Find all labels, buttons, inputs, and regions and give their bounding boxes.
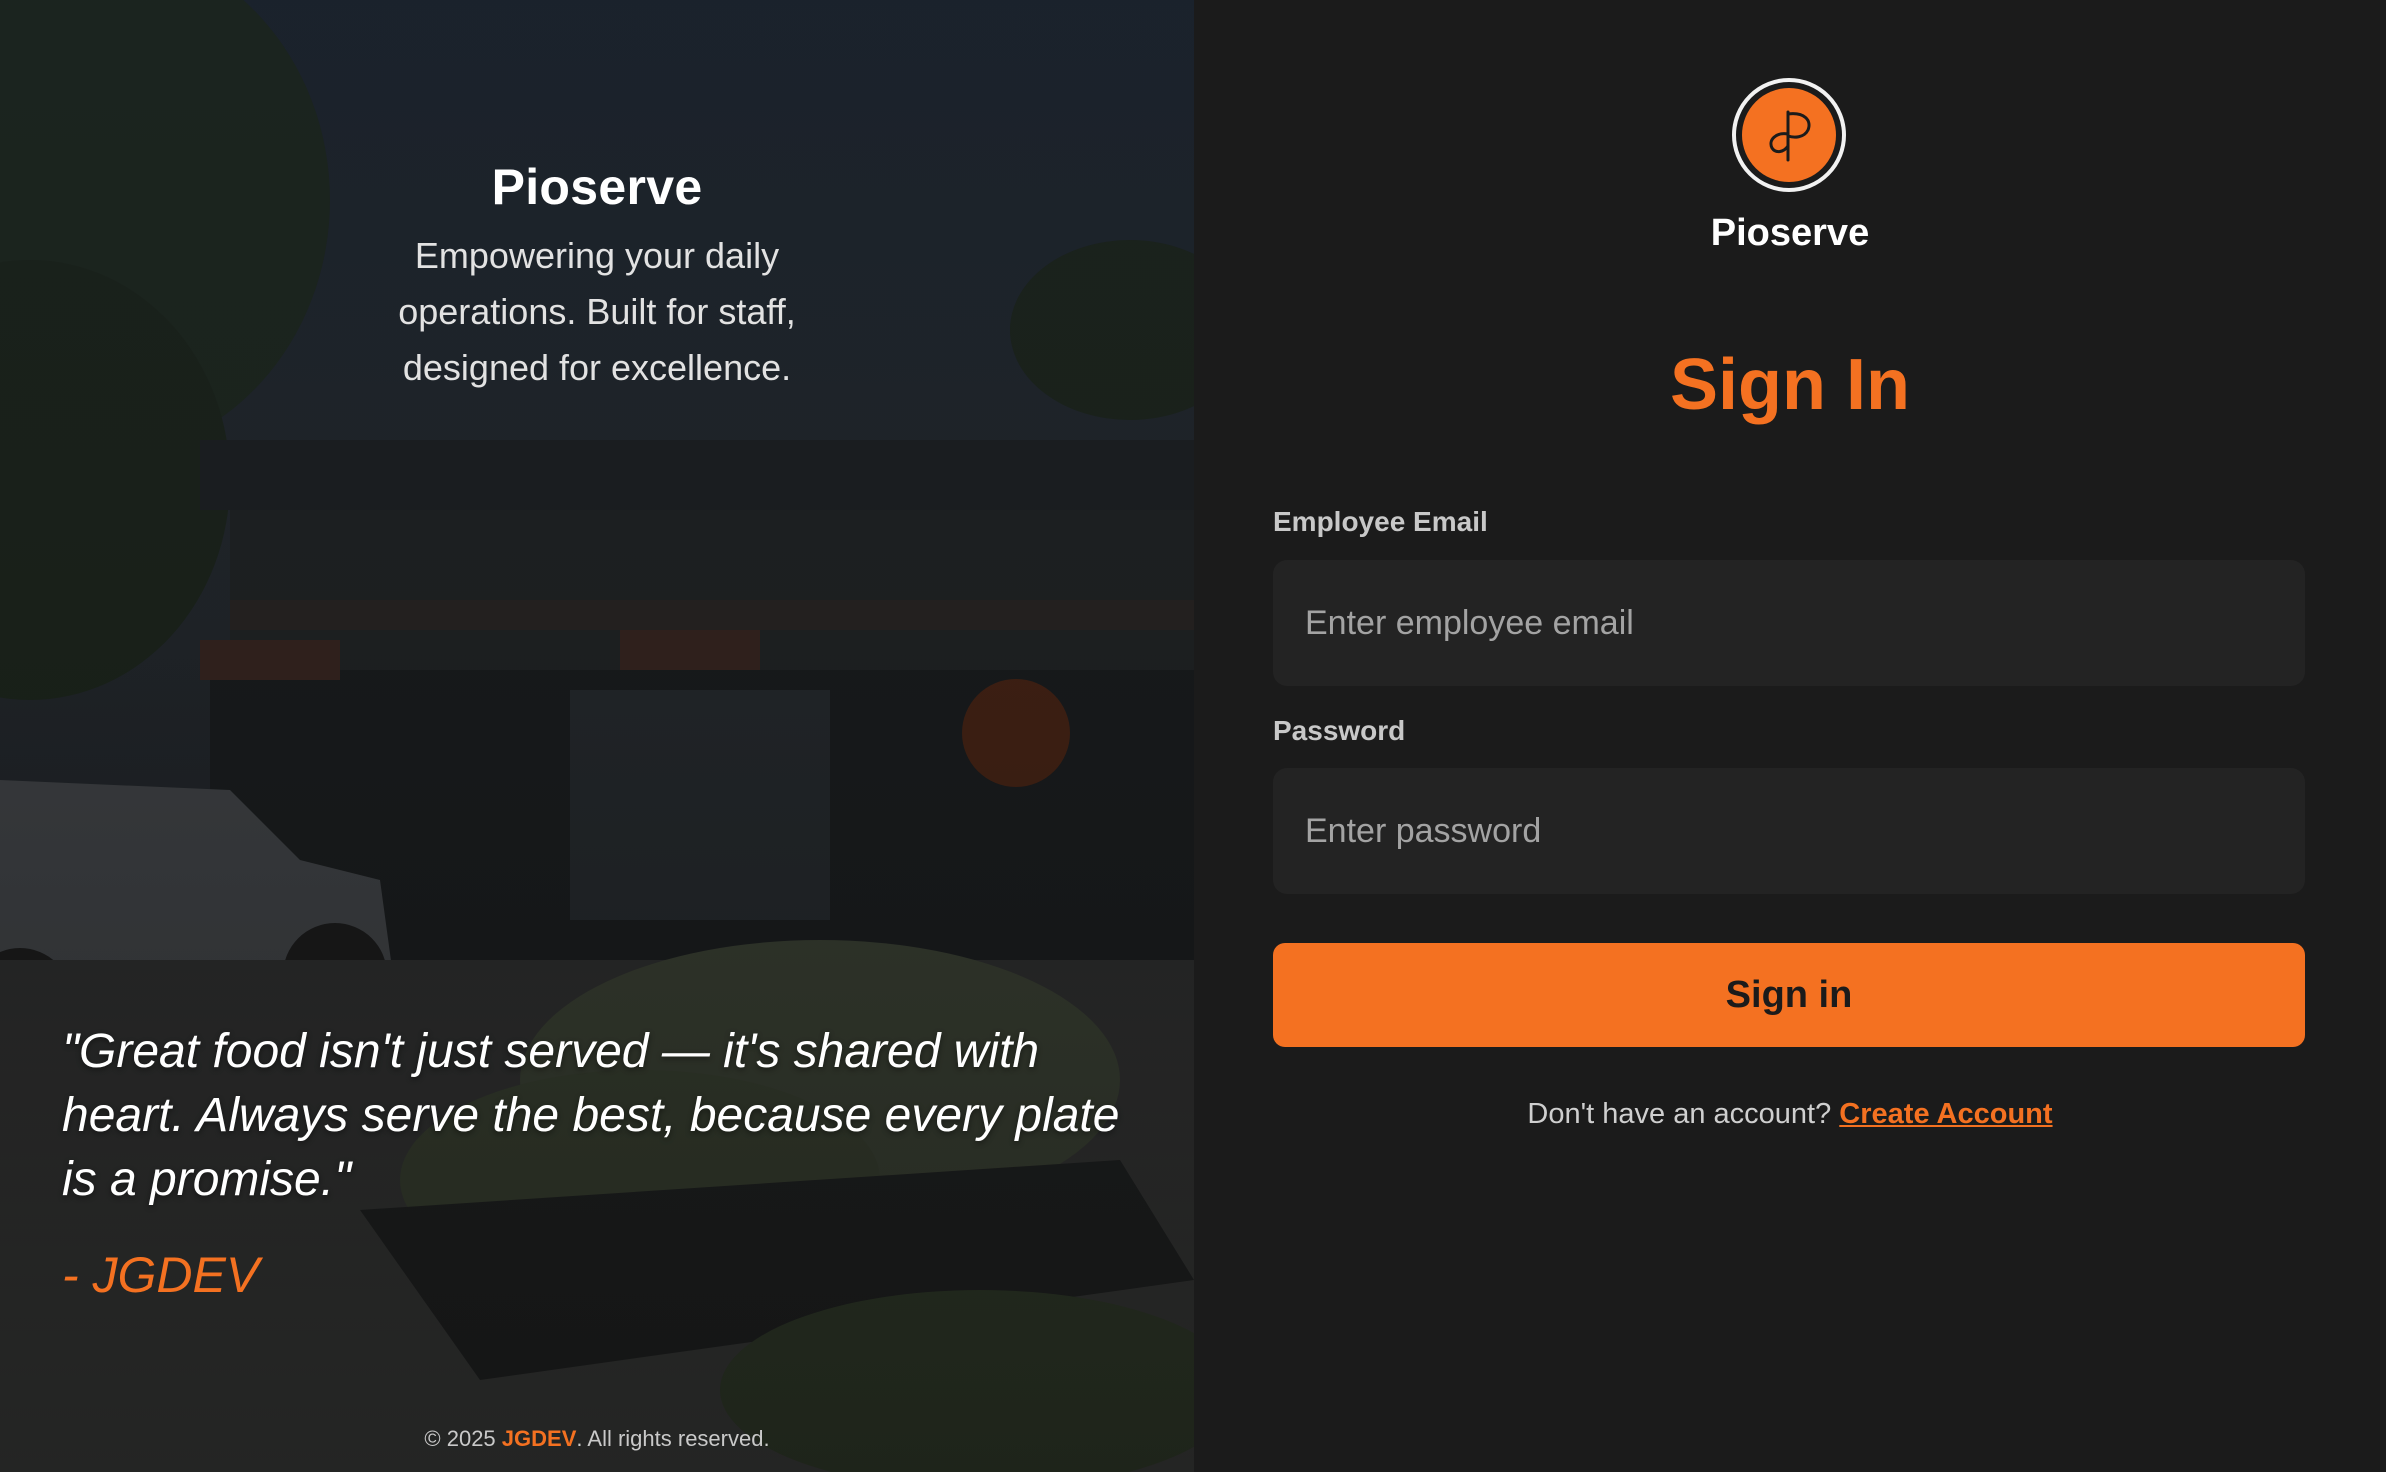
- sign-in-panel: Pioserve Sign In Employee Email Password…: [1194, 0, 2386, 1472]
- copyright-owner: JGDEV: [501, 1426, 577, 1451]
- logo-glyph-icon: [1769, 110, 1811, 162]
- email-field[interactable]: [1273, 560, 2305, 686]
- hero-quote-author: - JGDEV: [62, 1247, 260, 1303]
- sign-in-title: Sign In: [1670, 345, 1910, 425]
- hero-brand-block: Pioserve Empowering your daily operation…: [0, 158, 1194, 396]
- copyright-suffix: . All rights reserved.: [576, 1426, 770, 1451]
- password-field[interactable]: [1273, 768, 2305, 894]
- password-label: Password: [1273, 715, 1406, 746]
- email-label: Employee Email: [1273, 506, 1488, 537]
- sign-in-button[interactable]: Sign in: [1273, 943, 2305, 1047]
- hero-panel: Pioserve Empowering your daily operation…: [0, 0, 1194, 1472]
- brand-name: Pioserve: [1710, 212, 1870, 254]
- pioserve-logo-icon: [1742, 88, 1836, 182]
- copyright-footer: © 2025 JGDEV. All rights reserved.: [0, 1426, 1194, 1452]
- pioserve-logo: [1732, 78, 1846, 192]
- hero-quote: "Great food isn't just served — it's sha…: [62, 1025, 1120, 1206]
- copyright-prefix: © 2025: [424, 1426, 502, 1451]
- hero-title: Pioserve: [491, 159, 703, 215]
- signup-row: Don't have an account? Create Account: [1194, 1098, 2386, 1131]
- create-account-link[interactable]: Create Account: [1839, 1098, 2052, 1130]
- signup-prompt: Don't have an account?: [1527, 1098, 1840, 1130]
- hero-tagline: Empowering your daily operations. Built …: [398, 235, 796, 388]
